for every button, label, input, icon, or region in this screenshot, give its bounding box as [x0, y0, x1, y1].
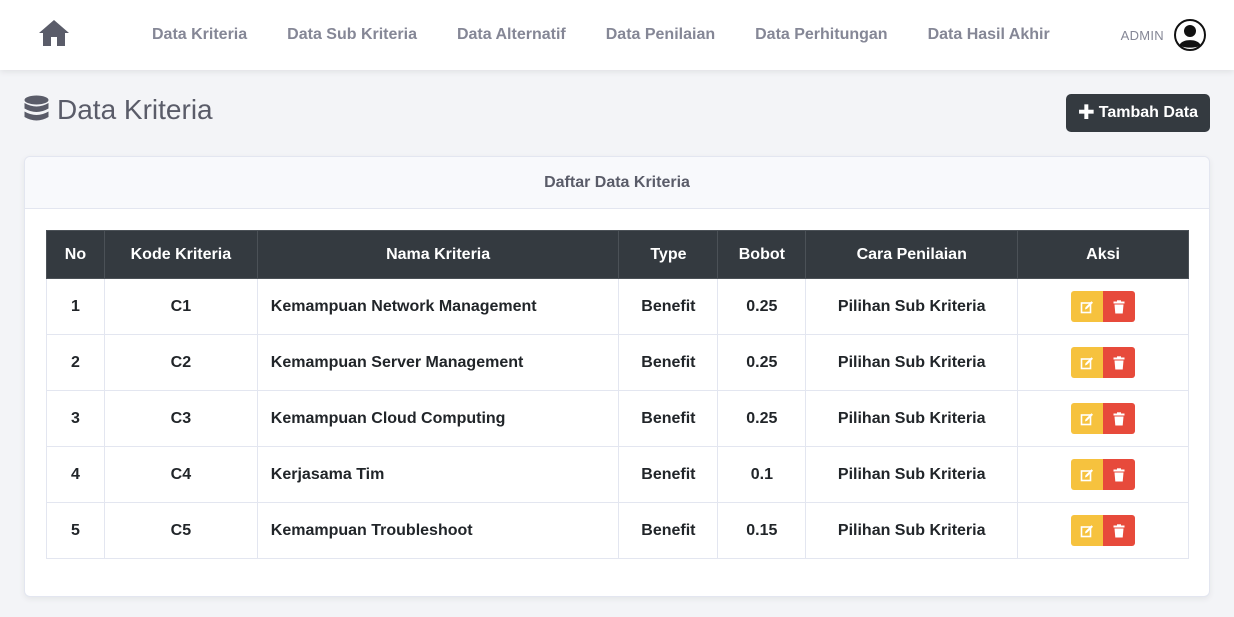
col-header-cara: Cara Penilaian [805, 230, 1019, 279]
col-header-nama: Nama Kriteria [256, 230, 620, 279]
action-group [1071, 403, 1136, 434]
cell-no: 5 [46, 502, 105, 559]
cell-cara: Pilihan Sub Kriteria [805, 390, 1019, 447]
cell-kode: C5 [103, 502, 258, 559]
nav-item-data-perhitungan[interactable]: Data Perhitungan [735, 26, 907, 44]
cell-aksi [1017, 278, 1189, 335]
trash-icon [1112, 299, 1126, 314]
nav-item-data-alternatif[interactable]: Data Alternatif [437, 26, 586, 44]
edit-icon [1080, 412, 1094, 426]
cell-cara: Pilihan Sub Kriteria [805, 278, 1019, 335]
action-group [1071, 347, 1136, 378]
topbar: Data Kriteria Data Sub Kriteria Data Alt… [0, 0, 1234, 70]
criteria-table: No Kode Kriteria Nama Kriteria Type Bobo… [46, 230, 1189, 559]
add-data-button[interactable]: ✚ Tambah Data [1066, 94, 1210, 132]
cell-nama: Kemampuan Troubleshoot [256, 502, 620, 559]
table-row: 4 C4 Kerjasama Tim Benefit 0.1 Pilihan Sub Kr… [46, 446, 1189, 503]
table-row: 3 C3 Kemampuan Cloud Computing Benefit 0.25 P… [46, 390, 1189, 447]
cell-kode: C3 [103, 390, 258, 447]
cell-no: 2 [46, 334, 105, 391]
criteria-card: Daftar Data Kriteria No Kode Kriteria Na… [24, 156, 1210, 597]
delete-button[interactable] [1103, 459, 1136, 490]
delete-button[interactable] [1103, 291, 1136, 322]
cell-aksi [1017, 502, 1189, 559]
edit-button[interactable] [1071, 291, 1104, 322]
cell-bobot: 0.1 [717, 446, 807, 503]
nav-item-data-penilaian[interactable]: Data Penilaian [586, 26, 735, 44]
edit-icon [1080, 524, 1094, 538]
cell-cara: Pilihan Sub Kriteria [805, 446, 1019, 503]
delete-button[interactable] [1103, 515, 1136, 546]
action-group [1071, 515, 1136, 546]
cell-bobot: 0.25 [717, 334, 807, 391]
cell-nama: Kemampuan Cloud Computing [256, 390, 620, 447]
cell-aksi [1017, 446, 1189, 503]
table-row: 5 C5 Kemampuan Troubleshoot Benefit 0.15 Pili… [46, 502, 1189, 559]
cell-cara: Pilihan Sub Kriteria [805, 502, 1019, 559]
cell-cara: Pilihan Sub Kriteria [805, 334, 1019, 391]
trash-icon [1112, 411, 1126, 426]
cell-type: Benefit [618, 390, 719, 447]
delete-button[interactable] [1103, 347, 1136, 378]
edit-icon [1080, 356, 1094, 370]
cell-type: Benefit [618, 278, 719, 335]
action-group [1071, 291, 1136, 322]
cell-bobot: 0.15 [717, 502, 807, 559]
database-icon [24, 95, 49, 121]
cell-kode: C1 [103, 278, 258, 335]
cell-nama: Kerjasama Tim [256, 446, 620, 503]
col-header-no: No [46, 230, 105, 279]
user-menu[interactable]: ADMIN [1121, 19, 1206, 51]
cell-no: 4 [46, 446, 105, 503]
edit-button[interactable] [1071, 459, 1104, 490]
edit-button[interactable] [1071, 347, 1104, 378]
col-header-kode: Kode Kriteria [103, 230, 258, 279]
cell-kode: C2 [103, 334, 258, 391]
home-icon[interactable] [37, 18, 71, 48]
table-row: 1 C1 Kemampuan Network Management Benefit 0.… [46, 278, 1189, 335]
page-title: Data Kriteria [57, 94, 213, 125]
nav-item-data-kriteria[interactable]: Data Kriteria [132, 26, 267, 44]
card-title: Daftar Data Kriteria [25, 157, 1209, 209]
col-header-aksi: Aksi [1017, 230, 1189, 279]
table-header-row: No Kode Kriteria Nama Kriteria Type Bobo… [46, 230, 1189, 279]
cell-aksi [1017, 334, 1189, 391]
edit-icon [1080, 300, 1094, 314]
nav-item-data-sub-kriteria[interactable]: Data Sub Kriteria [267, 26, 437, 44]
cell-type: Benefit [618, 446, 719, 503]
cell-no: 1 [46, 278, 105, 335]
page-heading: Data Kriteria [24, 94, 213, 126]
delete-button[interactable] [1103, 403, 1136, 434]
action-group [1071, 459, 1136, 490]
cell-bobot: 0.25 [717, 278, 807, 335]
plus-icon: ✚ [1077, 102, 1095, 124]
cell-no: 3 [46, 390, 105, 447]
main-nav: Data Kriteria Data Sub Kriteria Data Alt… [132, 0, 1070, 70]
trash-icon [1112, 355, 1126, 370]
edit-button[interactable] [1071, 515, 1104, 546]
user-circle-icon[interactable] [1174, 19, 1206, 51]
user-name: ADMIN [1120, 27, 1164, 43]
cell-type: Benefit [618, 502, 719, 559]
cell-type: Benefit [618, 334, 719, 391]
col-header-type: Type [618, 230, 719, 279]
cell-bobot: 0.25 [717, 390, 807, 447]
cell-nama: Kemampuan Server Management [256, 334, 620, 391]
add-data-label: Tambah Data [1098, 104, 1199, 121]
cell-nama: Kemampuan Network Management [256, 278, 620, 335]
edit-button[interactable] [1071, 403, 1104, 434]
cell-aksi [1017, 390, 1189, 447]
nav-item-data-hasil-akhir[interactable]: Data Hasil Akhir [908, 26, 1070, 44]
edit-icon [1080, 468, 1094, 482]
table-row: 2 C2 Kemampuan Server Management Benefit 0.2… [46, 334, 1189, 391]
col-header-bobot: Bobot [717, 230, 807, 279]
trash-icon [1112, 523, 1126, 538]
trash-icon [1112, 467, 1126, 482]
cell-kode: C4 [103, 446, 258, 503]
